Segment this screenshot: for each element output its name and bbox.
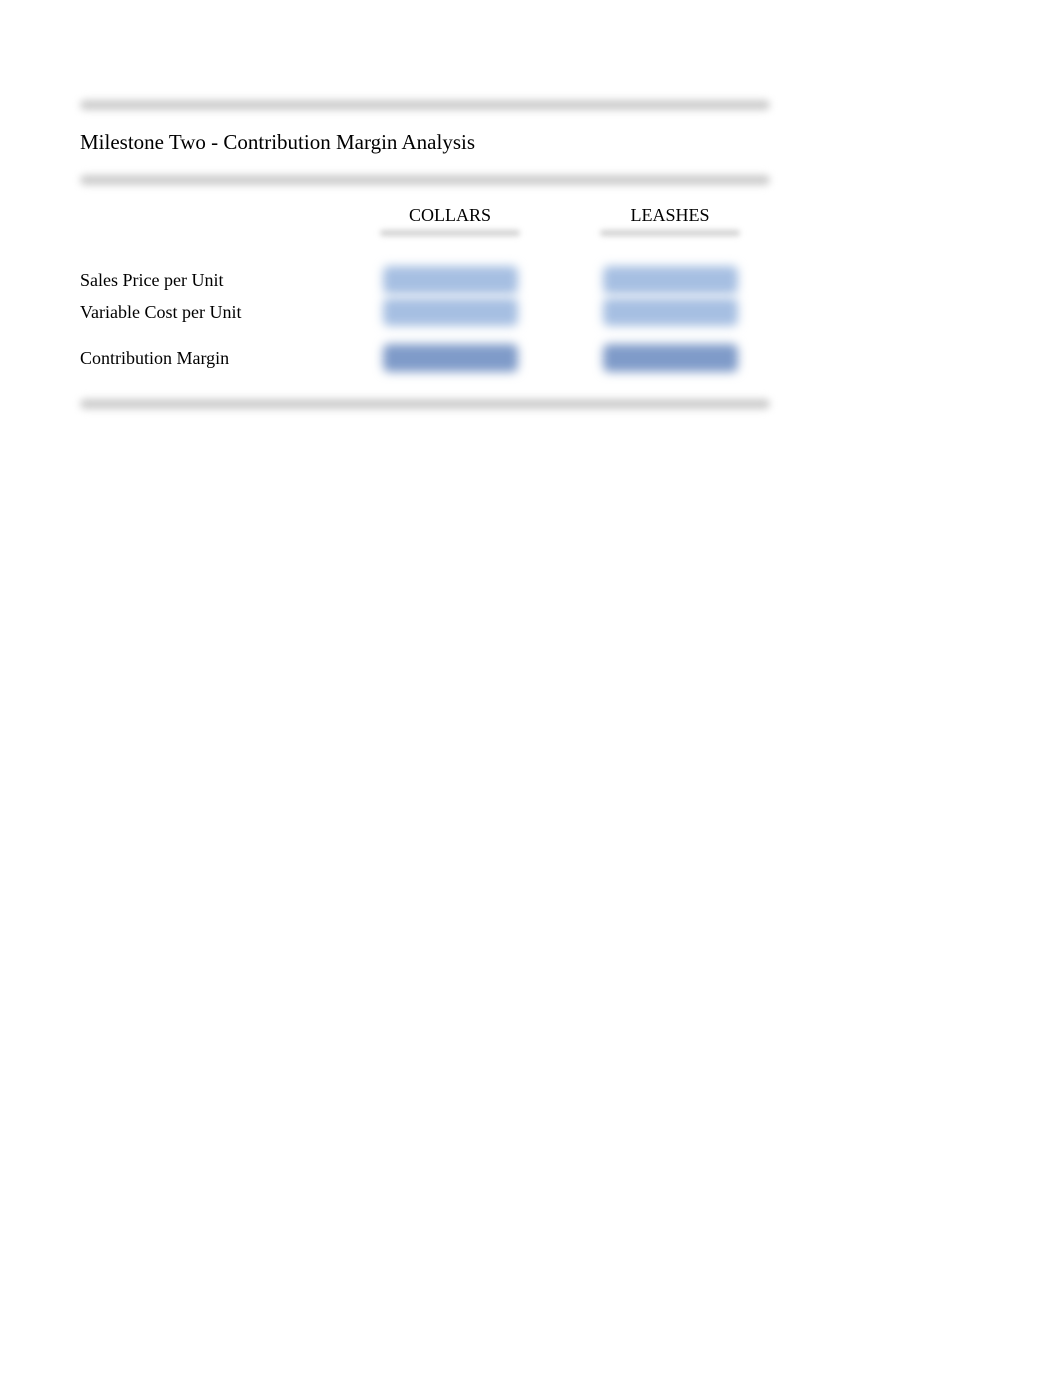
cell-contribution-margin-leashes — [560, 342, 780, 374]
column-header-collars: COLLARS — [350, 205, 550, 240]
row-label-variable-cost: Variable Cost per Unit — [80, 298, 340, 327]
column-header-label: COLLARS — [409, 205, 491, 225]
cell-variable-cost-collars — [350, 296, 550, 328]
row-label-sales-price: Sales Price per Unit — [80, 266, 340, 295]
row-label-contribution-margin: Contribution Margin — [80, 344, 340, 373]
blurred-value — [603, 266, 738, 294]
header-underline — [380, 230, 520, 236]
column-header-leashes: LEASHES — [560, 205, 780, 240]
blurred-value — [603, 298, 738, 326]
cell-contribution-margin-collars — [350, 342, 550, 374]
page-title: Milestone Two - Contribution Margin Anal… — [80, 130, 770, 155]
blurred-value — [603, 344, 738, 372]
divider-bar-top — [80, 100, 770, 110]
divider-bar-bottom — [80, 399, 770, 409]
blurred-value — [383, 298, 518, 326]
cell-sales-price-leashes — [560, 264, 780, 296]
analysis-table: COLLARS LEASHES Sales Price per Unit Var… — [80, 205, 770, 374]
cell-variable-cost-leashes — [560, 296, 780, 328]
report-content: Milestone Two - Contribution Margin Anal… — [80, 100, 770, 409]
column-header-label: LEASHES — [630, 205, 709, 225]
header-underline — [600, 230, 740, 236]
blurred-value — [383, 344, 518, 372]
blurred-value — [383, 266, 518, 294]
cell-sales-price-collars — [350, 264, 550, 296]
divider-bar-mid — [80, 175, 770, 185]
